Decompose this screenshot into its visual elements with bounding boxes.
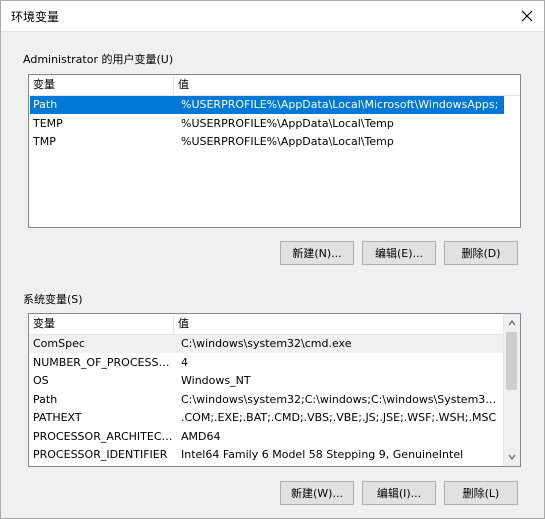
variable-value: Windows_NT [181,374,251,387]
variable-name: PROCESSOR_ARCHITECT... [33,429,175,443]
variable-name: ComSpec [33,337,85,350]
environment-variables-dialog: 环境变量 Administrator 的用户变量(U) 变量 值 Path %US… [0,0,545,519]
variable-value: C:\windows\system32;C:\windows;C:\window… [181,392,500,406]
user-vars-list[interactable]: 变量 值 Path %USERPROFILE%\AppData\Local\Mic… [28,74,521,228]
table-row[interactable]: PROCESSOR_IDENTIFIER Intel64 Family 6 Mod… [30,446,503,464]
title-bar[interactable]: 环境变量 [1,1,544,32]
table-row[interactable]: TMP %USERPROFILE%\AppData\Local\Temp [30,133,504,151]
system-edit-button[interactable]: 编辑(I)... [362,481,436,505]
close-icon [521,10,533,22]
system-vars-label: 系统变量(S) [23,293,83,306]
variable-name: PATHEXT [33,411,82,424]
table-row[interactable]: NUMBER_OF_PROCESSORS 4 [30,354,503,372]
variable-value: %USERPROFILE%\AppData\Local\Temp [181,135,394,148]
system-new-button[interactable]: 新建(W)... [280,481,354,505]
user-new-button[interactable]: 新建(N)... [280,241,354,265]
user-edit-button[interactable]: 编辑(E)... [362,241,436,265]
variable-value: %USERPROFILE%\AppData\Local\Temp [181,116,394,130]
user-vars-label: Administrator 的用户变量(U) [23,53,174,66]
table-row[interactable]: TEMP %USERPROFILE%\AppData\Local\Temp [30,115,504,133]
table-row[interactable]: PROCESSOR_ARCHITECT... AMD64 [30,428,503,446]
variable-name: Path [33,98,58,111]
variable-value: Intel64 Family 6 Model 58 Stepping 9, Ge… [181,448,464,461]
column-header-value[interactable]: 值 [174,314,504,334]
column-header-variable[interactable]: 变量 [29,75,174,95]
table-row[interactable]: ComSpec C:\windows\system32\cmd.exe [30,335,503,353]
column-header-variable[interactable]: 变量 [29,314,174,334]
system-vars-scrollbar[interactable] [503,314,520,466]
variable-value: 4 [181,355,188,369]
variable-name: PROCESSOR_IDENTIFIER [33,448,168,461]
system-vars-list[interactable]: 变量 值 ComSpec C:\windows\system32\cmd.exe N… [28,313,521,467]
close-button[interactable] [516,5,538,27]
system-vars-header: 变量 值 [29,314,504,335]
scroll-down-icon[interactable] [508,453,516,461]
scroll-up-icon[interactable] [508,319,516,327]
variable-name: Path [33,392,58,406]
column-header-value[interactable]: 值 [174,75,520,95]
table-row[interactable]: OS Windows_NT [30,372,503,390]
variable-name: NUMBER_OF_PROCESSORS [33,355,175,369]
variable-value: .COM;.EXE;.BAT;.CMD;.VBS;.VBE;.JS;.JSE;.… [181,411,497,424]
variable-name: TMP [33,135,56,148]
table-row[interactable]: PATHEXT .COM;.EXE;.BAT;.CMD;.VBS;.VBE;.JS… [30,409,503,427]
variable-name: OS [33,374,49,387]
variable-value: AMD64 [181,429,221,443]
window-title: 环境变量 [11,10,60,24]
user-vars-header: 变量 值 [29,75,520,96]
variable-name: TEMP [33,116,63,130]
table-row[interactable]: Path C:\windows\system32;C:\windows;C:\wi… [30,391,503,409]
variable-value: C:\windows\system32\cmd.exe [181,337,352,350]
variable-value: %USERPROFILE%\AppData\Local\Microsoft\Wi… [181,98,499,111]
scroll-thumb[interactable] [506,332,517,390]
table-row[interactable]: Path %USERPROFILE%\AppData\Local\Microsof… [30,96,504,114]
system-delete-button[interactable]: 删除(L) [444,481,518,505]
user-delete-button[interactable]: 删除(D) [444,241,518,265]
